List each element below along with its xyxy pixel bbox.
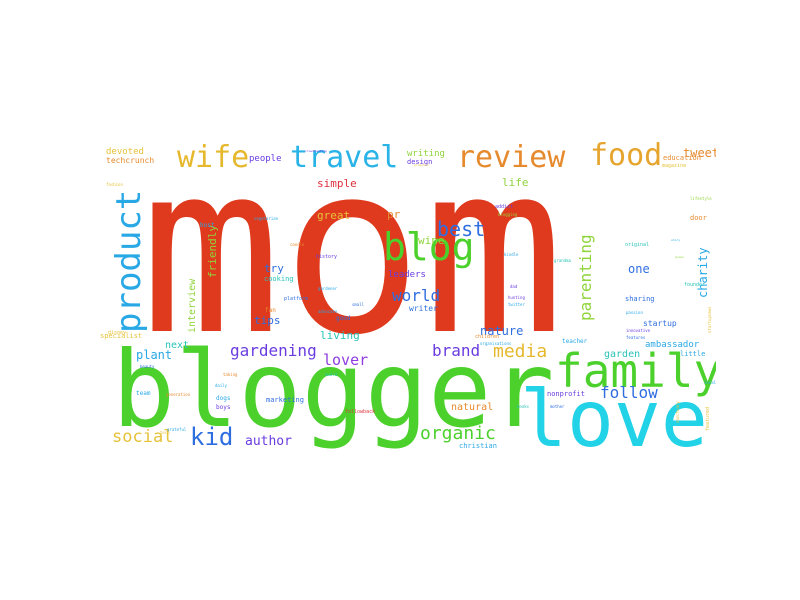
word-parenting: parenting xyxy=(576,234,595,321)
word-twitter: twitter xyxy=(508,302,525,307)
word-lover: lover xyxy=(323,351,369,369)
word-cloud: mom blogger love family review food travel wife… xyxy=(100,133,716,463)
word-tips: tips xyxy=(254,314,281,327)
word-garden: garden xyxy=(604,349,641,360)
word-one: one xyxy=(628,262,650,276)
word-promoted: promoted xyxy=(414,163,429,167)
word-writer: writer xyxy=(409,304,438,313)
word-candle: candle xyxy=(290,242,305,247)
word-try: try xyxy=(264,262,284,275)
word-good: good xyxy=(336,315,351,322)
word-lifestyle: lifestyle xyxy=(690,196,712,201)
word-original: original xyxy=(625,242,650,248)
word-addict: addict xyxy=(495,204,514,210)
word-charity: charity xyxy=(696,247,710,298)
word-featured: featured xyxy=(705,406,711,431)
word-sharing: sharing xyxy=(625,295,655,303)
word-hunting: hunting xyxy=(508,295,525,300)
word-travel: travel xyxy=(290,140,399,175)
word-author: author xyxy=(245,434,292,449)
word-nonprofit: nonprofit xyxy=(547,390,585,398)
word-host: host xyxy=(200,222,215,229)
word-marketing: marketing xyxy=(266,396,304,404)
word-wine: wine xyxy=(418,234,445,247)
word-followback: followback xyxy=(345,409,376,415)
word-food: food xyxy=(590,138,663,173)
word-team: team xyxy=(136,390,151,397)
word-children: children xyxy=(475,334,500,340)
word-startup: startup xyxy=(643,319,677,328)
word-innovative: innovative xyxy=(626,328,651,333)
word-founder: founder xyxy=(684,282,706,288)
word-books: books xyxy=(517,404,530,409)
word-living: living xyxy=(320,329,360,342)
word-organisations: organisations xyxy=(480,341,512,346)
word-crowdfunding: crowdfunding xyxy=(305,149,327,153)
word-education: education xyxy=(663,154,701,162)
word-interview: interview xyxy=(187,278,198,333)
word-sanctuary: sanctuary xyxy=(675,401,680,423)
word-grandma: grandma xyxy=(554,258,571,263)
word-platform: platform xyxy=(284,296,309,302)
word-green: green xyxy=(675,255,685,259)
word-leaders: leaders xyxy=(388,270,426,280)
word-world: world xyxy=(392,286,441,305)
word-disney: disney xyxy=(108,330,127,336)
word-small: small xyxy=(352,302,365,307)
word-story: story xyxy=(671,238,681,242)
word-features: features xyxy=(626,335,646,340)
word-product: product xyxy=(109,189,149,333)
word-vegetarian: vegetarian xyxy=(254,216,279,221)
word-teacher: teacher xyxy=(562,338,588,345)
word-magazine: magazine xyxy=(662,163,687,169)
word-gardener: gardener xyxy=(318,286,338,291)
word-cooking: cooking xyxy=(264,275,294,283)
word-people: people xyxy=(249,154,282,164)
word-history: history xyxy=(316,254,338,260)
word-kindle: kindle xyxy=(504,252,519,257)
word-tech: tech xyxy=(160,430,170,435)
word-review: review xyxy=(457,140,566,175)
word-startupnews: startupnews xyxy=(707,306,712,334)
word-generation: generation xyxy=(166,392,191,397)
word-great: great xyxy=(317,209,351,222)
word-next: next xyxy=(165,340,190,351)
word-wife: wife xyxy=(177,140,250,175)
word-friendly: friendly xyxy=(206,225,219,278)
word-simple: simple xyxy=(317,177,357,190)
word-brand: brand xyxy=(432,341,481,360)
word-door: door xyxy=(690,214,707,222)
word-organic: organic xyxy=(420,423,496,444)
word-beauty: beauty xyxy=(140,364,155,369)
word-mother: mother xyxy=(550,404,565,409)
word-passion: passion xyxy=(626,310,643,315)
word-little: little xyxy=(680,350,706,358)
word-fashion: fashion xyxy=(106,182,123,187)
word-natural: natural xyxy=(451,402,494,413)
word-life: life xyxy=(502,176,529,189)
word-techcrunch: techcrunch xyxy=(106,156,155,165)
word-ambassador: ambassador xyxy=(645,340,700,350)
word-taking: taking xyxy=(223,372,238,377)
word-boys: boys xyxy=(216,404,231,411)
word-local: local xyxy=(704,380,716,385)
word-advocate: advocate xyxy=(318,309,338,314)
word-gardening: gardening xyxy=(230,341,317,360)
word-kid: kid xyxy=(190,423,234,451)
word-christian: christian xyxy=(459,442,497,450)
word-dad: dad xyxy=(510,284,518,289)
word-award: award xyxy=(325,372,338,377)
word-daily: daily xyxy=(215,383,228,388)
word-dogs: dogs xyxy=(216,395,231,402)
word-follow: follow xyxy=(600,383,658,402)
word-pr: pr xyxy=(387,208,401,221)
word-fan: fan xyxy=(265,307,276,314)
word-blogging: blogging xyxy=(498,212,518,217)
